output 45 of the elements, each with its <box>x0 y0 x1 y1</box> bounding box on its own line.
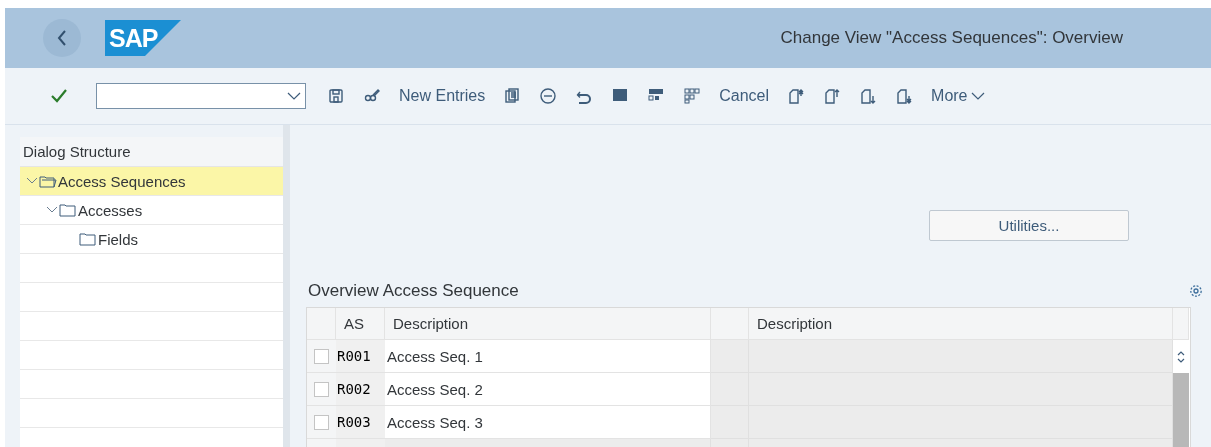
expand-caret-icon[interactable] <box>46 206 58 214</box>
utilities-button[interactable]: Utilities... <box>929 210 1129 241</box>
window-title: Change View "Access Sequences": Overview <box>780 28 1123 48</box>
document-double-up-icon <box>787 87 806 105</box>
back-button[interactable] <box>43 19 81 57</box>
row-checkbox[interactable] <box>314 348 329 364</box>
copy-document-icon <box>503 87 522 105</box>
document-double-down-icon <box>895 87 914 105</box>
table-cell: Access Seq. 3 <box>385 406 711 439</box>
table-cell: Access Seq. 1 <box>385 340 711 373</box>
table-cell <box>711 406 749 439</box>
scrollbar-thumb[interactable] <box>1173 373 1189 406</box>
checkmark-icon[interactable] <box>50 88 68 104</box>
minus-circle-icon <box>539 87 558 105</box>
caret-icon <box>970 92 985 100</box>
document-down-icon <box>859 87 878 105</box>
folder-icon <box>59 203 77 217</box>
column-header[interactable]: Description <box>385 308 711 340</box>
table-cell: R002 <box>336 373 385 406</box>
table-cell <box>711 373 749 406</box>
toolbar-button[interactable]: New Entries <box>390 79 495 113</box>
row-checkbox[interactable] <box>314 381 329 397</box>
tree-item[interactable]: Access Sequences <box>20 167 283 196</box>
table-cell: Access Seq. 2 <box>385 373 711 406</box>
folder-icon <box>79 232 97 246</box>
table-cell <box>711 340 749 373</box>
open-folder-icon <box>39 174 57 188</box>
document-up-icon <box>823 87 842 105</box>
chevron-left-icon <box>56 29 68 47</box>
save-icon <box>327 87 345 105</box>
settings-icon[interactable] <box>1189 284 1203 298</box>
column-header[interactable]: AS <box>336 308 385 340</box>
row-checkbox[interactable] <box>314 414 329 430</box>
expand-caret-icon[interactable] <box>26 177 38 185</box>
more-menu-button[interactable]: More <box>922 79 994 113</box>
panel-title: Dialog Structure <box>20 137 283 167</box>
toolbar-button[interactable]: Cancel <box>710 79 779 113</box>
table-cell: R001 <box>336 340 385 373</box>
caret-icon <box>287 92 301 100</box>
grid-empty-icon <box>683 87 702 105</box>
column-header[interactable]: Description <box>749 308 1173 340</box>
table-cell: R003 <box>336 406 385 439</box>
logo: SAP <box>105 20 181 56</box>
command-field[interactable] <box>96 83 306 109</box>
table-title: Overview Access Sequence <box>307 281 519 301</box>
